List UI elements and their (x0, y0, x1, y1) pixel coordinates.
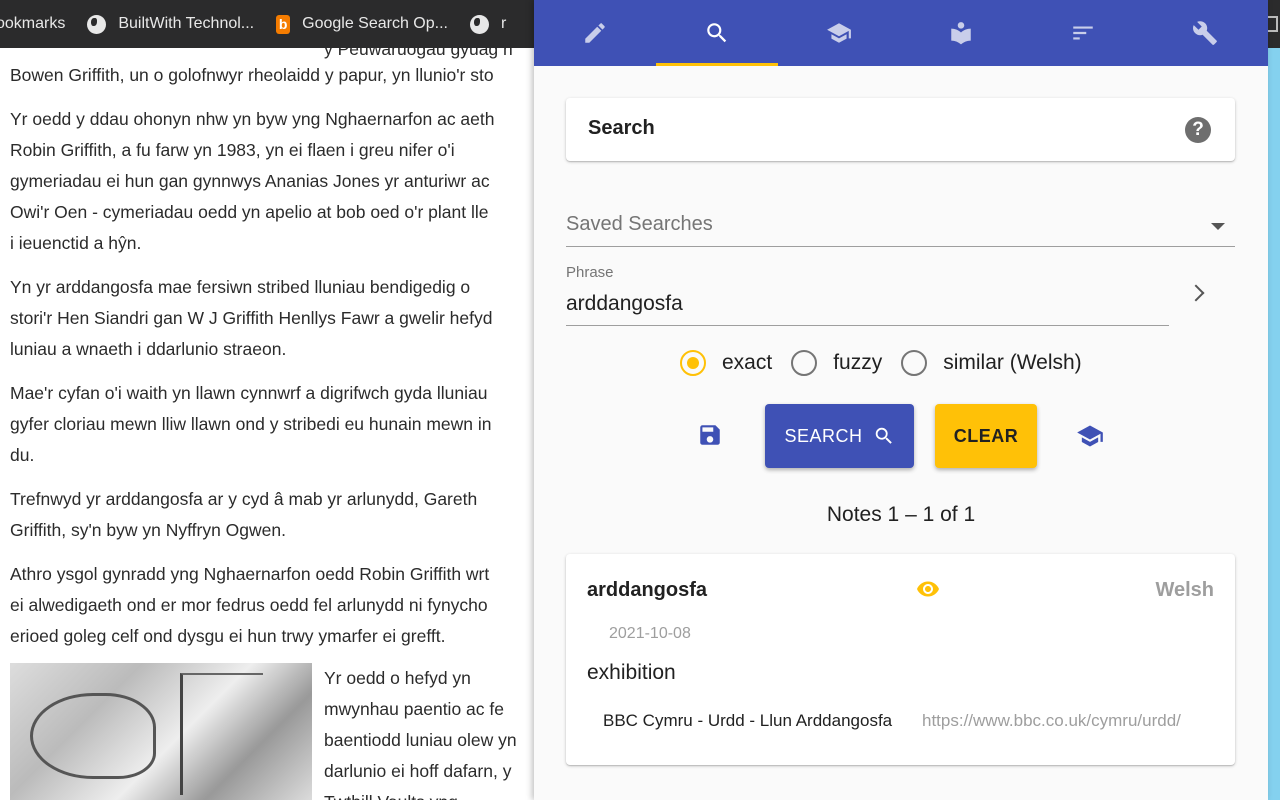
article-line: Yr oedd y ddau ohonyn nhw yn byw yng Ngh… (10, 109, 495, 129)
saved-searches-label: Saved Searches (566, 213, 713, 235)
radio-fuzzy[interactable]: fuzzy (791, 350, 882, 376)
tab-settings[interactable] (1144, 0, 1266, 66)
bookmark-item-bookmarks[interactable]: ookmarks (0, 15, 65, 33)
clear-button-label: CLEAR (953, 425, 1019, 446)
save-icon[interactable] (697, 422, 723, 448)
article-line: Griffith, sy'n byw yn Nyffryn Ogwen. (10, 520, 286, 540)
phrase-input[interactable] (566, 292, 1166, 316)
article-paragraphs: Bowen Griffith, un o golofnwyr rheolaidd… (10, 60, 495, 665)
note-translation: exhibition (587, 661, 676, 684)
globe-icon (87, 14, 107, 34)
radio-similar-welsh[interactable]: similar (Welsh) (901, 350, 1082, 376)
bookmark-item-builtwith[interactable]: BuiltWith Technol... (87, 14, 255, 34)
search-icon (875, 427, 892, 444)
search-header-card: Search ? (566, 98, 1235, 161)
article-line: i ieuenctid a hŷn. (10, 233, 142, 253)
bookmark-label: Google Search Op... (302, 15, 448, 32)
bookmark-label: BuiltWith Technol... (118, 15, 255, 32)
radio-label: similar (Welsh) (943, 351, 1082, 374)
clear-button[interactable]: CLEAR (935, 404, 1037, 468)
saved-searches-select[interactable]: Saved Searches (566, 204, 1235, 247)
article-line: stori'r Hen Siandri gan W J Griffith Hen… (10, 308, 493, 328)
article-line: gyfer cloriau mewn lliw llawn ond y stri… (10, 414, 492, 434)
school-icon (827, 23, 851, 43)
article-paragraph: Yr oedd y ddau ohonyn nhw yn byw yng Ngh… (10, 104, 495, 259)
wrench-icon (1193, 21, 1217, 45)
article-paragraph: Trefnwyd yr arddangosfa ar y cyd â mab y… (10, 484, 495, 546)
note-language: Welsh (1155, 579, 1214, 601)
tab-read[interactable] (900, 0, 1022, 66)
search-button-label: SEARCH (784, 425, 863, 446)
book-reader-icon (951, 22, 971, 45)
chevron-down-icon (1211, 223, 1225, 230)
panel-toolbar (534, 0, 1268, 66)
bookmark-item-google-search-op[interactable]: b Google Search Op... (276, 14, 448, 34)
results-count: Notes 1 – 1 of 1 (826, 503, 976, 526)
radio-exact[interactable]: exact (680, 350, 772, 376)
article-paragraph: Mae'r cyfan o'i waith yn llawn cynnwrf a… (10, 378, 495, 471)
article-line: erioed goleg celf ond dysgu ei hun trwy … (10, 626, 446, 646)
match-mode-group: exact fuzzy similar (Welsh) (680, 350, 1101, 376)
article-illustration (10, 663, 312, 800)
search-icon (707, 23, 727, 43)
bookmark-item-partial[interactable]: r (469, 14, 507, 34)
note-source-title[interactable]: BBC Cymru - Urdd - Llun Arddangosfa (603, 711, 911, 731)
globe-icon (469, 14, 489, 34)
pencil-icon (585, 23, 605, 43)
tab-learn[interactable] (778, 0, 900, 66)
extension-panel: Search ? Saved Searches Phrase exact fuz… (534, 0, 1268, 800)
note-source-url[interactable]: https://www.bbc.co.uk/cymru/urdd/ (922, 711, 1227, 731)
tab-edit[interactable] (534, 0, 656, 66)
article-side-line: baentiodd luniau olew yn (324, 730, 517, 750)
article-line: Yn yr arddangosfa mae fersiwn stribed ll… (10, 277, 471, 297)
article-line: Athro ysgol gynradd yng Nghaernarfon oed… (10, 564, 490, 584)
phrase-label: Phrase (566, 264, 614, 281)
bookmark-label: r (500, 15, 507, 32)
article-paragraph: Yn yr arddangosfa mae fersiwn stribed ll… (10, 272, 495, 365)
article-side-line: darlunio ei hoff dafarn, y (324, 761, 512, 781)
radio-button (901, 350, 928, 376)
article-line: Mae'r cyfan o'i waith yn llawn cynnwrf a… (10, 383, 488, 403)
article-side-line: mwynhau paentio ac fe (324, 699, 504, 719)
radio-button (680, 350, 706, 376)
article-side-text: Yr oedd o hefyd yn mwynhau paentio ac fe b… (324, 663, 517, 800)
tab-search[interactable] (656, 0, 778, 66)
article-line: Owi'r Oen - cymeriadau oedd yn apelio at… (10, 202, 489, 222)
bing-icon: b (276, 14, 291, 34)
article-line: luniau a wnaeth i ddarlunio straeon. (10, 339, 287, 359)
note-date: 2021-10-08 (609, 625, 691, 642)
search-card-title: Search (588, 117, 655, 139)
chevron-right-icon[interactable] (1187, 284, 1205, 302)
school-icon[interactable] (1074, 422, 1106, 450)
article-paragraph: Athro ysgol gynradd yng Nghaernarfon oed… (10, 559, 495, 652)
article-line: Bowen Griffith, un o golofnwyr rheolaidd… (10, 65, 494, 85)
bookmark-label: ookmarks (0, 15, 66, 32)
article-side-line: Twthill Vaults yng (324, 787, 517, 800)
help-icon[interactable]: ? (1185, 117, 1211, 143)
eye-icon[interactable] (914, 577, 942, 601)
phrase-field: Phrase (566, 262, 1169, 326)
article-line: du. (10, 445, 35, 465)
radio-label: fuzzy (833, 351, 883, 374)
tab-sort[interactable] (1022, 0, 1144, 66)
sort-icon (1073, 26, 1093, 40)
article-paragraph: Bowen Griffith, un o golofnwyr rheolaidd… (10, 60, 495, 91)
search-button[interactable]: SEARCH (765, 404, 914, 468)
article-line: Trefnwyd yr arddangosfa ar y cyd â mab y… (10, 489, 478, 509)
article-side-line: Yr oedd o hefyd yn (324, 668, 471, 688)
article-line: ei alwedigaeth ond er mor fedrus oedd fe… (10, 595, 488, 615)
article-content: y Peuwaruogau gyuag n Bowen Griffith, un… (10, 48, 570, 800)
note-term: arddangosfa (587, 579, 708, 601)
radio-button (791, 350, 818, 376)
article-line: Robin Griffith, a fu farw yn 1983, yn ei… (10, 140, 455, 160)
note-card: arddangosfa Welsh 2021-10-08 exhibition … (566, 554, 1235, 765)
panel-edge (1268, 48, 1280, 800)
radio-label: exact (722, 351, 773, 374)
article-line: gymeriadau ei hun gan gynnwys Ananias Jo… (10, 171, 490, 191)
